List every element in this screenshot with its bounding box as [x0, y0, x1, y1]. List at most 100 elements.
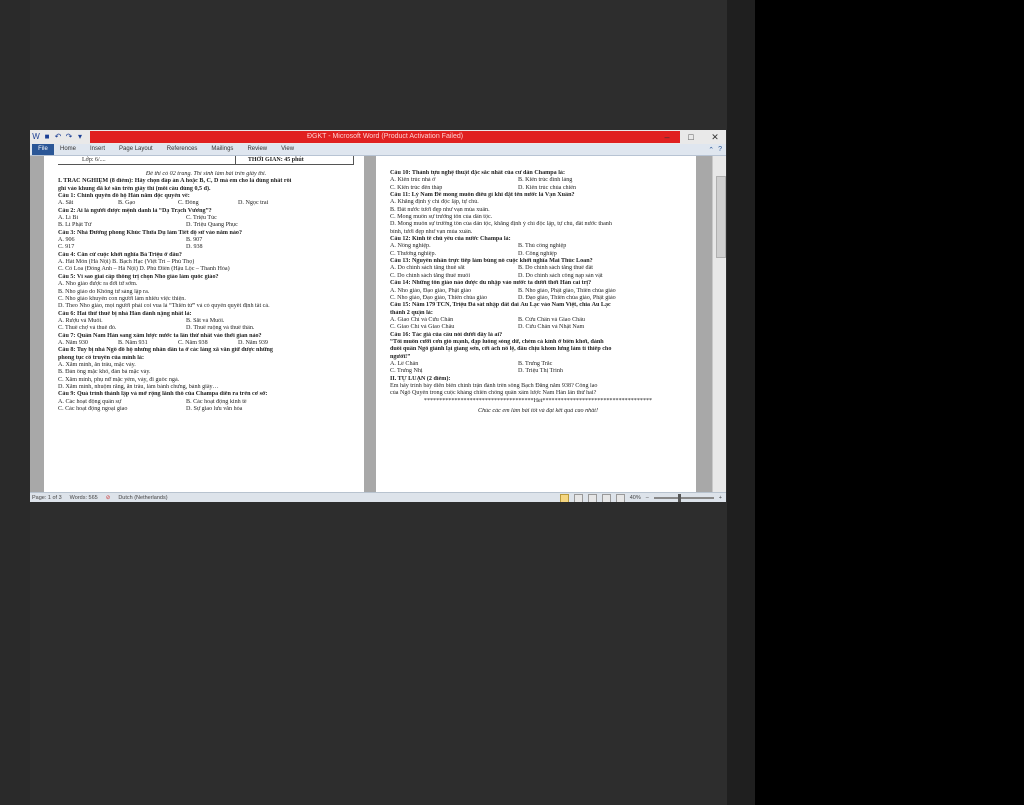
option: C. Các hoạt động ngoại giao [58, 406, 128, 412]
word-icon[interactable]: W [32, 133, 40, 141]
question-11-option-a: A. Khẳng định ý chí độc lập, tự chủ. [390, 199, 479, 206]
option: D. Ngọc trai [238, 200, 269, 207]
option: A. Do chính sách tăng thuế sắt [390, 265, 465, 272]
option: B. Kiến trúc đình làng [518, 177, 573, 184]
question-16-options-2: C. Trưng Nhị D. Triệu Thị Trinh [390, 368, 686, 375]
option: C. Đồng [178, 200, 199, 207]
option: B. Năm 931 [118, 339, 148, 346]
end-stars: ************************************Hết*… [423, 397, 653, 404]
option: B. 907 [186, 237, 203, 244]
zoom-in-icon[interactable]: + [719, 493, 722, 502]
option: D. Do chính sách cống nạp sản vật [518, 272, 603, 279]
word-count[interactable]: Words: 565 [70, 493, 98, 502]
question-8-option-a: A. Xăm mình, ăn trầu, mặc váy. [58, 361, 136, 368]
outline-icon[interactable] [601, 493, 611, 502]
question-2-options-1: A. Lí Bí C. Triệu Túc [58, 215, 354, 222]
question-9-options-1: A. Các hoạt động quân sự B. Các hoạt động… [58, 399, 354, 406]
question-16-quote-1: “Tôi muốn cưỡi cơn gió mạnh, đạp luồng s… [390, 338, 604, 345]
question-3-options-1: A. 906 B. 907 [58, 237, 354, 244]
window-title: ĐGKT - Microsoft Word (Product Activatio… [306, 133, 464, 140]
question-6-options-2: C. Thuế chợ và thuế đò. D. Thuế ruộng và … [58, 325, 354, 332]
question-13-options-1: A. Do chính sách tăng thuế sắt B. Do chín… [390, 265, 686, 272]
question-12-options-1: A. Nông nghiệp. B. Thủ công nghiệp [390, 243, 686, 250]
page-header: Lớp: 6/.... THỜI GIAN: 45 phút [58, 156, 354, 165]
option: C. Nho giáo, Đạo giáo, Thiên chúa giáo [390, 294, 488, 301]
closing-wish: Chúc các em làm bài tốt và đạt kết quả c… [478, 408, 598, 414]
option: D. 938 [186, 244, 203, 251]
option: A. Lí Bí [58, 215, 79, 222]
question-4: Câu 4: Căn cứ cuộc khởi nghĩa Bà Triệu ở… [58, 251, 182, 258]
page-1-content: Lớp: 6/.... THỜI GIAN: 45 phút Đề thi có… [58, 156, 354, 413]
maximize-button[interactable]: □ [684, 131, 698, 143]
question-5-option-d: D. Theo Nho giáo, mọi người phải coi vua… [58, 303, 270, 310]
option: A. Sắt [58, 200, 74, 207]
full-screen-reading-icon[interactable] [573, 493, 583, 502]
question-9: Câu 9: Quá trình thành lập và mở rộng lã… [58, 391, 268, 398]
option: C. Trưng Nhị [390, 368, 423, 375]
zoom-out-icon[interactable]: – [646, 493, 649, 502]
save-icon[interactable]: ■ [43, 133, 51, 141]
class-label: Lớp: 6/.... [82, 157, 106, 163]
language-indicator[interactable]: Dutch (Netherlands) [118, 493, 167, 502]
title-bar: W ■ ↶ ↷ ▾ ĐGKT - Microsoft Word (Product… [30, 130, 726, 144]
tab-home[interactable]: Home [60, 144, 76, 155]
option: D. Cửu Chân và Nhật Nam [518, 324, 585, 331]
question-3-options-2: C. 917 D. 938 [58, 244, 354, 251]
question-10-options-1: A. Kiến trúc nhà ở B. Kiến trúc đình làng [390, 177, 686, 184]
question-4-options-1: A. Hát Môn (Hà Nội) B. Bạch Hạc (Việt Tr… [58, 259, 195, 266]
ribbon-collapse-icon[interactable]: ⌃ [708, 146, 714, 154]
question-7-options: A. Năm 930 B. Năm 931 C. Năm 938 D. Năm … [58, 340, 354, 347]
zoom-slider[interactable] [653, 494, 714, 502]
question-8-option-d: D. Xăm mình, nhuộm răng, ăn trầu, làm bá… [58, 383, 219, 390]
proofing-icon[interactable]: ⊘ [106, 493, 111, 502]
customize-icon[interactable]: ▾ [76, 133, 84, 141]
help-icon[interactable]: ? [718, 146, 722, 153]
page-1[interactable]: Lớp: 6/.... THỜI GIAN: 45 phút Đề thi có… [44, 156, 364, 492]
tab-references[interactable]: References [167, 144, 198, 155]
option: B. Trưng Trắc [518, 360, 553, 367]
question-6: Câu 6: Hai thứ thuế bị nhà Hán đánh nặng… [58, 310, 192, 317]
tab-view[interactable]: View [281, 144, 294, 155]
option: B. Thủ công nghiệp [518, 243, 567, 250]
question-10-options-2: C. Kiến trúc đền tháp D. Kiến trúc chùa c… [390, 185, 686, 192]
question-14-options-1: A. Nho giáo, Đạo giáo, Phật giáo B. Nho g… [390, 288, 686, 295]
page-count[interactable]: Page: 1 of 3 [32, 493, 62, 502]
print-layout-icon[interactable] [559, 493, 569, 502]
page-2-content: Câu 10: Thành tựu nghệ thuật đặc sắc nhấ… [390, 170, 686, 415]
web-layout-icon[interactable] [587, 493, 597, 502]
question-4-options-2: C. Cổ Loa (Đông Anh – Hà Nội) D. Phú Điề… [58, 266, 230, 273]
zoom-level[interactable]: 40% [630, 493, 641, 502]
minimize-button[interactable]: – [660, 131, 674, 143]
undo-icon[interactable]: ↶ [54, 133, 62, 141]
zoom-slider-thumb[interactable] [677, 494, 681, 502]
scrollbar-thumb[interactable] [716, 176, 726, 258]
tab-file[interactable]: File [32, 144, 54, 155]
question-6-options-1: A. Rượu và Muối. B. Sắt và Muối. [58, 318, 354, 325]
title-highlight: ĐGKT - Microsoft Word (Product Activatio… [90, 131, 680, 143]
tab-review[interactable]: Review [247, 144, 267, 155]
document-area[interactable]: Lớp: 6/.... THỜI GIAN: 45 phút Đề thi có… [30, 156, 726, 492]
word-window: W ■ ↶ ↷ ▾ ĐGKT - Microsoft Word (Product… [30, 130, 726, 502]
option: A. Lê Chân [390, 360, 419, 367]
option: B. Gạo [118, 200, 136, 207]
section-1-title: I. TRẮC NGHIỆM (8 điểm): Hãy chọn đáp án… [58, 178, 292, 185]
redo-icon[interactable]: ↷ [65, 133, 73, 141]
question-15-cont: thành 2 quận là: [390, 309, 433, 316]
vertical-scrollbar[interactable] [712, 156, 726, 492]
option: D. Triệu Quang Phục [186, 222, 238, 229]
question-15: Câu 15: Năm 179 TCN, Triệu Đà sát nhập đ… [390, 302, 611, 309]
status-bar: Page: 1 of 3 Words: 565 ⊘ Dutch (Netherl… [30, 492, 726, 502]
question-10: Câu 10: Thành tựu nghệ thuật đặc sắc nhấ… [390, 170, 565, 176]
tab-insert[interactable]: Insert [90, 144, 105, 155]
question-15-options-2: C. Giao Chỉ và Giao Châu D. Cửu Chân và N… [390, 324, 686, 331]
option: D. Sự giao lưu văn hóa [186, 406, 243, 412]
question-8-cont: phong tục cổ truyền của mình là: [58, 354, 144, 361]
question-3: Câu 3: Nhà Đường phong Khúc Thừa Dụ làm … [58, 229, 242, 236]
page-2[interactable]: Câu 10: Thành tựu nghệ thuật đặc sắc nhấ… [376, 156, 696, 492]
tab-mailings[interactable]: Mailings [211, 144, 233, 155]
option: A. 906 [58, 237, 75, 244]
tab-page-layout[interactable]: Page Layout [119, 144, 153, 155]
status-right: 40% – + [559, 493, 722, 502]
draft-icon[interactable] [615, 493, 625, 502]
close-button[interactable]: ✕ [708, 131, 722, 143]
